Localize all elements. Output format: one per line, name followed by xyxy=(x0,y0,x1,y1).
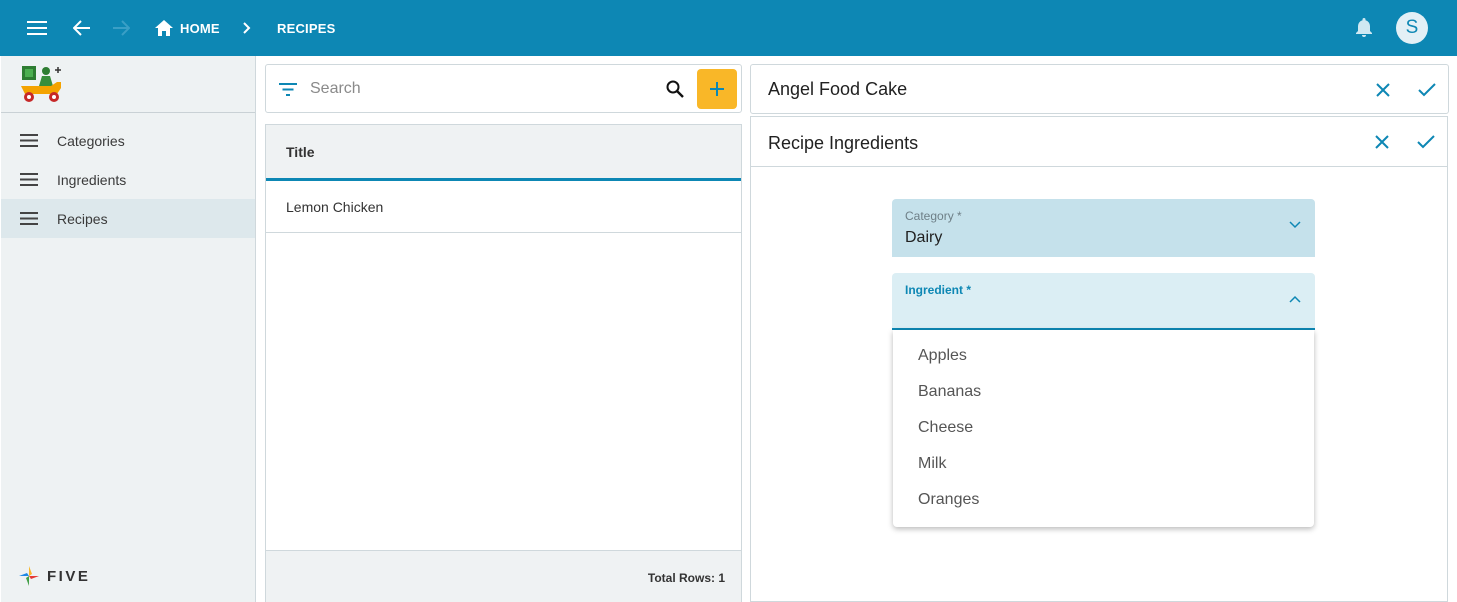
subform-header: Recipe Ingredients xyxy=(751,117,1447,167)
dropdown-option-milk[interactable]: Milk xyxy=(893,446,1314,482)
list-item[interactable]: Lemon Chicken xyxy=(266,181,741,233)
search-placeholder: Search xyxy=(310,80,361,97)
five-brand: FIVE xyxy=(17,564,90,588)
app-logo xyxy=(1,56,255,113)
dropdown-option-cheese[interactable]: Cheese xyxy=(893,410,1314,446)
list-column-header[interactable]: Title xyxy=(266,125,741,181)
sidebar: Categories Ingredients Recipes FIVE xyxy=(1,56,256,602)
ingredient-label: Ingredient * xyxy=(905,283,972,297)
five-logo-icon xyxy=(19,566,39,586)
sidebar-item-ingredients[interactable]: Ingredients xyxy=(1,160,255,199)
sidebar-item-label: Categories xyxy=(57,132,125,149)
close-icon[interactable] xyxy=(1370,130,1394,154)
chevron-up-icon xyxy=(1289,295,1301,303)
ingredient-dropdown-menu: Apples Bananas Cheese Milk Oranges xyxy=(893,330,1314,527)
delivery-scooter-logo-icon xyxy=(21,66,61,102)
total-rows: Total Rows: 1 xyxy=(647,571,725,585)
brand-name: FIVE xyxy=(47,567,91,585)
dropdown-option-oranges[interactable]: Oranges xyxy=(893,482,1314,518)
plus-icon xyxy=(710,82,724,96)
record-header: Angel Food Cake xyxy=(750,64,1449,114)
check-icon[interactable] xyxy=(1414,130,1438,154)
search-icon[interactable] xyxy=(666,80,684,98)
notifications-bell-icon[interactable] xyxy=(1353,17,1375,39)
filter-icon[interactable] xyxy=(279,83,297,96)
menu-lines-icon xyxy=(20,212,38,225)
search-input[interactable]: Search xyxy=(265,64,742,113)
home-icon[interactable] xyxy=(154,18,174,38)
menu-icon[interactable] xyxy=(25,16,49,40)
sidebar-item-categories[interactable]: Categories xyxy=(1,121,255,160)
list-footer: Total Rows: 1 xyxy=(266,550,741,602)
forward-arrow-icon[interactable] xyxy=(109,16,133,40)
add-record-button[interactable] xyxy=(697,69,737,109)
sidebar-item-recipes[interactable]: Recipes xyxy=(1,199,255,238)
back-arrow-icon[interactable] xyxy=(70,16,94,40)
category-value: Dairy xyxy=(905,229,943,246)
column-title: Title xyxy=(286,144,315,160)
close-icon[interactable] xyxy=(1371,78,1395,102)
top-app-bar: HOME RECIPES S xyxy=(0,0,1457,56)
ingredient-select[interactable]: Ingredient * xyxy=(892,273,1315,330)
records-list: Title Lemon Chicken Total Rows: 1 xyxy=(265,124,742,602)
list-item-title: Lemon Chicken xyxy=(286,199,384,215)
breadcrumb-home[interactable]: HOME xyxy=(180,21,220,36)
record-title: Angel Food Cake xyxy=(768,79,908,99)
chevron-down-icon xyxy=(1289,221,1301,229)
user-avatar[interactable]: S xyxy=(1396,12,1428,44)
dropdown-option-bananas[interactable]: Bananas xyxy=(893,374,1314,410)
breadcrumb-current: RECIPES xyxy=(277,21,336,36)
category-label: Category * xyxy=(905,209,962,223)
menu-lines-icon xyxy=(20,173,38,186)
dropdown-option-apples[interactable]: Apples xyxy=(893,338,1314,374)
category-select[interactable]: Category * Dairy xyxy=(892,199,1315,257)
sidebar-item-label: Ingredients xyxy=(57,171,127,188)
subform-title: Recipe Ingredients xyxy=(768,133,919,153)
chevron-right-icon xyxy=(240,20,254,36)
sidebar-item-label: Recipes xyxy=(57,210,108,227)
check-icon[interactable] xyxy=(1415,78,1439,102)
menu-lines-icon xyxy=(20,134,38,147)
